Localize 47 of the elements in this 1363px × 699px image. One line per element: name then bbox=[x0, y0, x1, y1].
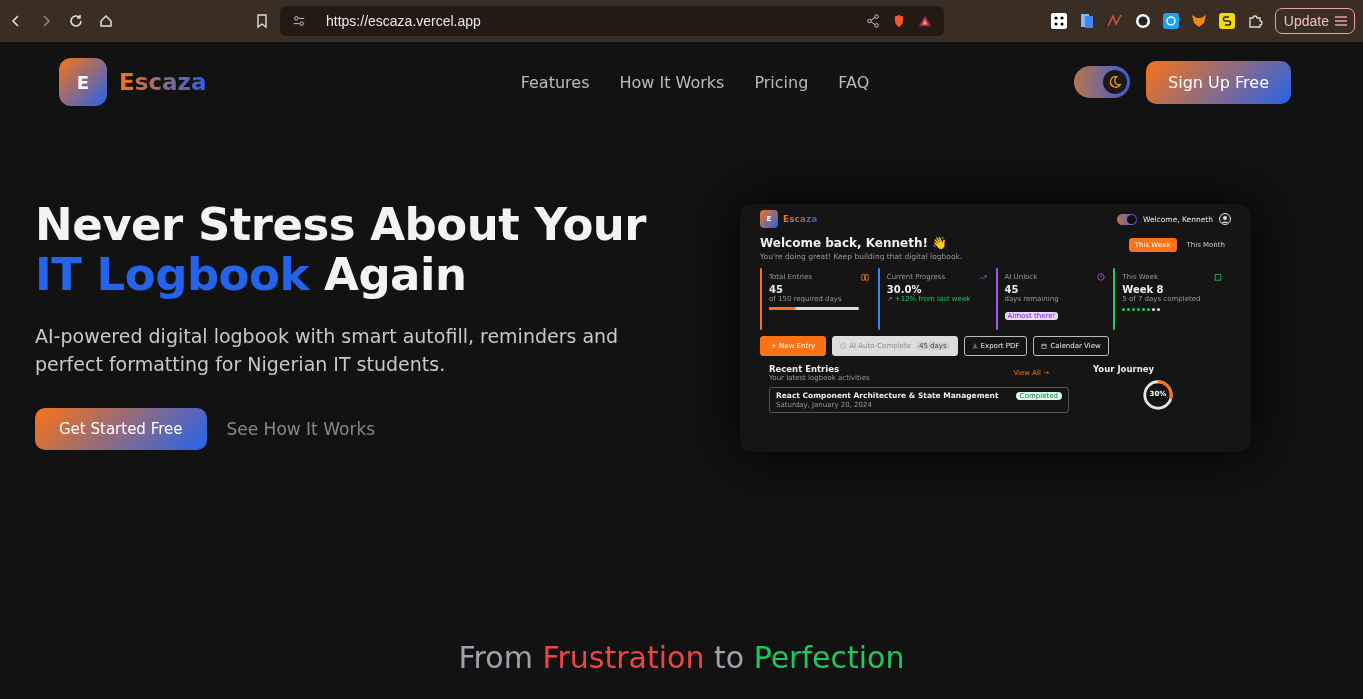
avatar-icon[interactable] bbox=[1219, 213, 1231, 225]
menu-icon bbox=[1334, 15, 1348, 27]
clock-icon bbox=[1096, 273, 1105, 281]
home-icon[interactable] bbox=[98, 13, 114, 29]
stat-value: 45 bbox=[1004, 284, 1020, 295]
greeting: Welcome back, Kenneth! 👋 bbox=[760, 236, 949, 250]
calendar-icon bbox=[1214, 273, 1223, 281]
nav-link[interactable]: Features bbox=[520, 72, 590, 92]
stat-value: 30.0% bbox=[886, 284, 923, 295]
download-icon bbox=[971, 343, 978, 349]
theme-toggle[interactable] bbox=[1074, 66, 1131, 98]
moon-icon bbox=[1108, 75, 1123, 89]
get-started-button[interactable]: Get Started Free bbox=[35, 408, 207, 450]
circle-extension-icon[interactable] bbox=[1134, 13, 1151, 29]
share-icon[interactable] bbox=[866, 14, 880, 28]
reload-icon[interactable] bbox=[68, 13, 84, 29]
fox-extension-icon[interactable] bbox=[1190, 13, 1207, 29]
hero-title: Never Stress About Your IT Logbook Again bbox=[35, 200, 648, 300]
site-settings-icon[interactable] bbox=[292, 14, 306, 28]
sign-up-button[interactable]: Sign Up Free bbox=[1146, 60, 1291, 104]
progress-ring bbox=[1141, 378, 1175, 412]
wave-extension-icon[interactable] bbox=[1106, 13, 1123, 29]
document-extension-icon[interactable] bbox=[1078, 13, 1095, 29]
section-title: Recent Entries bbox=[769, 364, 841, 374]
theme-toggle[interactable] bbox=[1116, 213, 1137, 225]
nav-link[interactable]: How It Works bbox=[619, 72, 725, 92]
puzzle-icon[interactable] bbox=[1246, 13, 1263, 29]
bookmark-icon[interactable] bbox=[254, 13, 270, 29]
brand-name: Escaza bbox=[783, 214, 818, 224]
refresh-extension-icon[interactable] bbox=[1162, 13, 1179, 29]
address-bar[interactable]: https://escaza.vercel.app bbox=[280, 6, 944, 36]
update-button[interactable]: Update bbox=[1274, 8, 1355, 34]
nav-link[interactable]: FAQ bbox=[838, 72, 870, 92]
see-how-link[interactable]: See How It Works bbox=[226, 419, 376, 439]
logo-mark[interactable]: E bbox=[59, 58, 107, 106]
section-title: Your Journey bbox=[1093, 364, 1156, 374]
stat-value: 45 bbox=[769, 284, 784, 295]
book-icon bbox=[861, 273, 869, 281]
nav-link[interactable]: Pricing bbox=[754, 72, 809, 92]
stat-value: Week 8 bbox=[1122, 284, 1165, 295]
url-text: https://escaza.vercel.app bbox=[326, 13, 482, 29]
trend-icon bbox=[978, 273, 987, 281]
triangle-icon[interactable] bbox=[918, 14, 932, 28]
hero-subtitle: AI-powered digital logbook with smart autofill, reminders and perfect formatting for Nigerian IT students. bbox=[35, 324, 620, 377]
section-heading: From Frustration to Perfection bbox=[457, 640, 906, 675]
calendar-icon bbox=[1041, 343, 1048, 349]
dots-extension-icon[interactable] bbox=[1050, 13, 1067, 29]
